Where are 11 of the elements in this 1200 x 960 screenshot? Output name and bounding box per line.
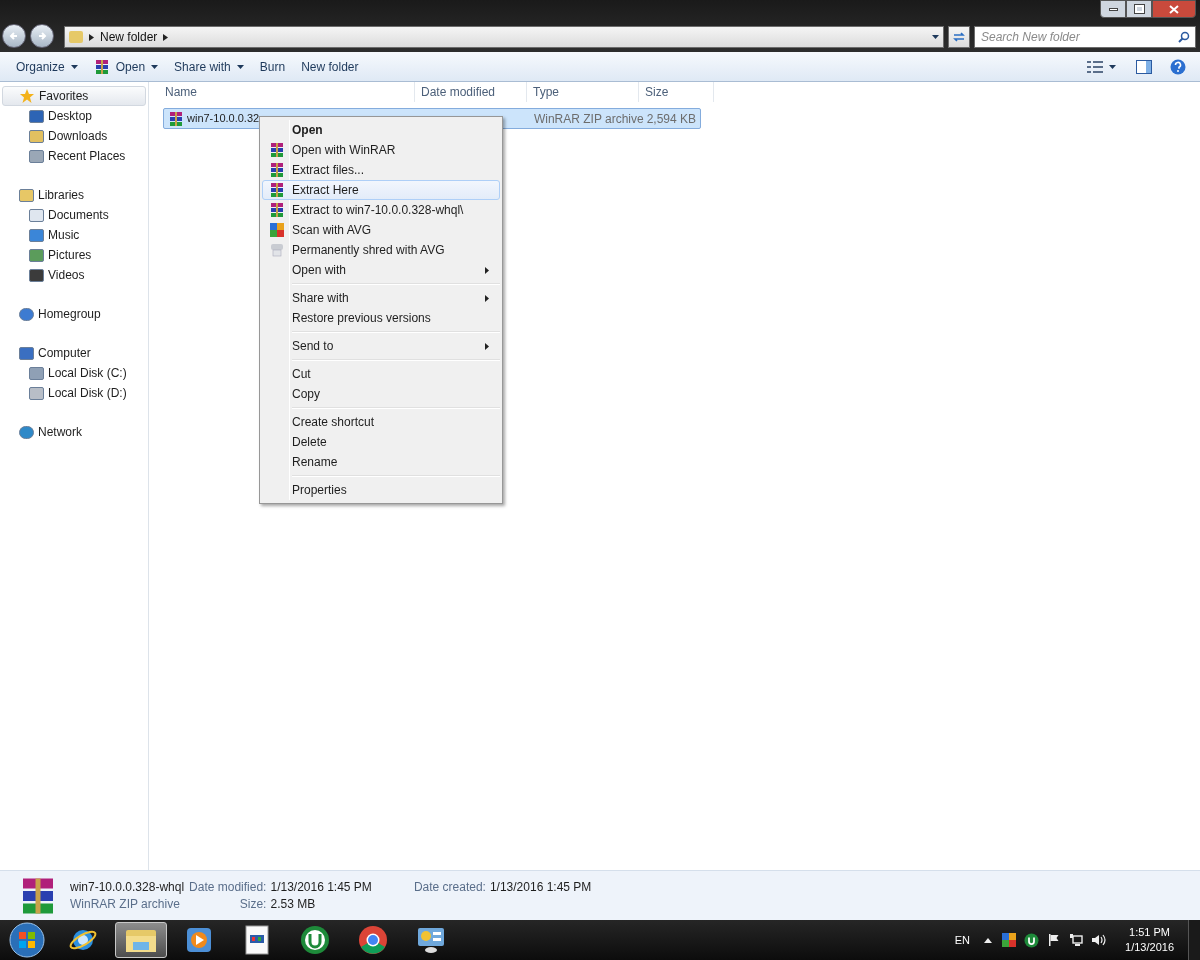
file-size: 2,594 KB: [646, 110, 696, 128]
field-label: Date created:: [413, 879, 486, 896]
field-value: 1/13/2016 1:45 PM: [489, 879, 592, 896]
file-type: WinRAR ZIP archive: [70, 895, 181, 913]
file-name: win7-10.0.0.328-whql: [70, 878, 185, 896]
file-name: win7-10.0.0.32: [187, 111, 260, 127]
field-label: Date modified:: [189, 878, 267, 896]
field-label: Size:: [238, 895, 267, 913]
field-value: 2.53 MB: [270, 895, 317, 913]
file-type: WinRAR ZIP archive: [533, 111, 644, 126]
field-value: 1/13/2016 1:45 PM: [270, 878, 372, 896]
